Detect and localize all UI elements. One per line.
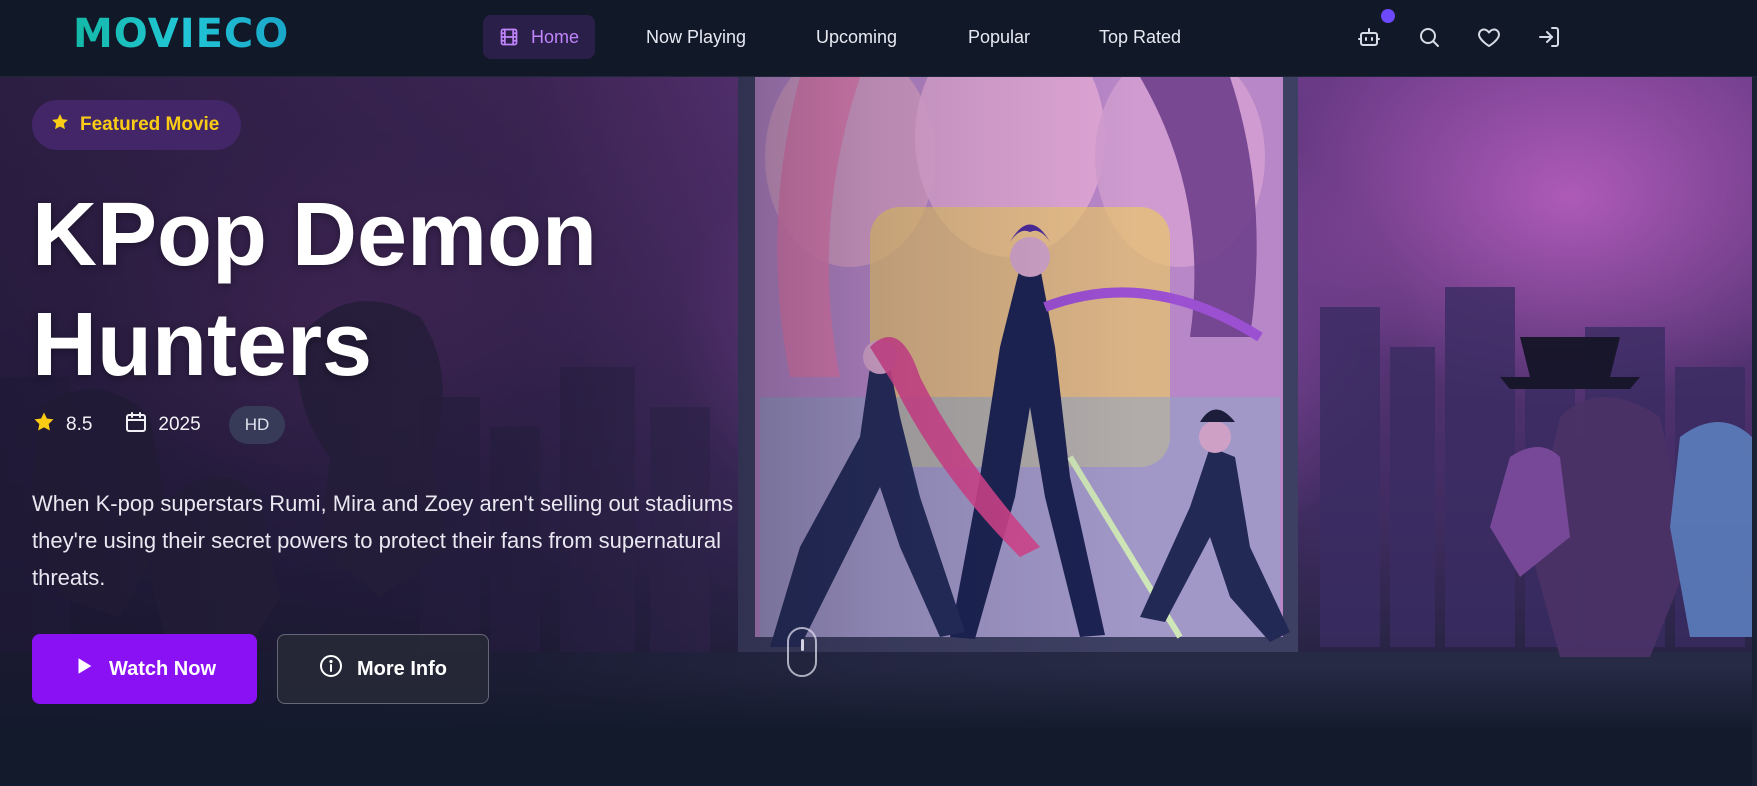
watch-now-button[interactable]: Watch Now (32, 634, 257, 704)
more-info-button[interactable]: More Info (277, 634, 489, 704)
brand-logo[interactable]: MOVIECO (73, 11, 289, 57)
nav-upcoming[interactable]: Upcoming (816, 15, 897, 59)
watch-now-label: Watch Now (108, 657, 217, 680)
robot-icon[interactable] (1354, 22, 1384, 52)
top-navbar: MOVIECO Home Now Playing Upcoming Popula… (0, 0, 1757, 77)
nav-now-playing[interactable]: Now Playing (646, 15, 746, 59)
nav-now-playing-label: Now Playing (646, 26, 747, 47)
nav-home-label: Home (531, 26, 580, 47)
release-year: 2025 (124, 410, 201, 440)
movie-meta: 8.5 2025 HD (32, 405, 286, 445)
page-scrollbar[interactable] (1752, 77, 1757, 786)
hero-bottom-fade (0, 668, 1752, 728)
film-icon (499, 27, 519, 47)
nav-popular-label: Popular (968, 26, 1031, 47)
movie-description: When K-pop superstars Rumi, Mira and Zoe… (32, 491, 734, 590)
star-icon (32, 410, 56, 440)
movie-title-line-2: Hunters (32, 295, 373, 395)
release-year-value: 2025 (158, 414, 201, 435)
nav-upcoming-label: Upcoming (816, 26, 898, 47)
nav-popular[interactable]: Popular (968, 15, 1030, 59)
scroll-down-indicator[interactable] (787, 627, 817, 677)
heart-icon[interactable] (1474, 22, 1504, 52)
featured-badge-label: Featured Movie (80, 114, 220, 135)
search-icon[interactable] (1414, 22, 1444, 52)
info-icon (319, 654, 343, 684)
rating-value: 8.5 (66, 414, 93, 435)
notification-dot (1381, 9, 1395, 23)
featured-hero: Featured Movie KPop Demon Hunters 8.5 20… (0, 77, 1752, 728)
more-info-label: More Info (357, 657, 447, 680)
nav-top-rated-label: Top Rated (1099, 26, 1182, 47)
featured-badge: Featured Movie (32, 100, 242, 150)
login-icon[interactable] (1534, 22, 1564, 52)
quality-badge: HD (228, 406, 286, 444)
scroll-wheel-icon (801, 639, 804, 651)
rating: 8.5 (32, 410, 92, 440)
nav-top-rated[interactable]: Top Rated (1099, 15, 1181, 59)
movie-title: KPop Demon Hunters (32, 180, 732, 400)
play-icon (73, 655, 95, 683)
movie-title-line-1: KPop Demon (32, 185, 598, 285)
hero-gradient-overlay (0, 77, 1752, 728)
page: MOVIECO Home Now Playing Upcoming Popula… (0, 0, 1757, 786)
nav-home[interactable]: Home (483, 15, 596, 59)
star-icon (50, 112, 70, 138)
calendar-icon (124, 410, 148, 440)
